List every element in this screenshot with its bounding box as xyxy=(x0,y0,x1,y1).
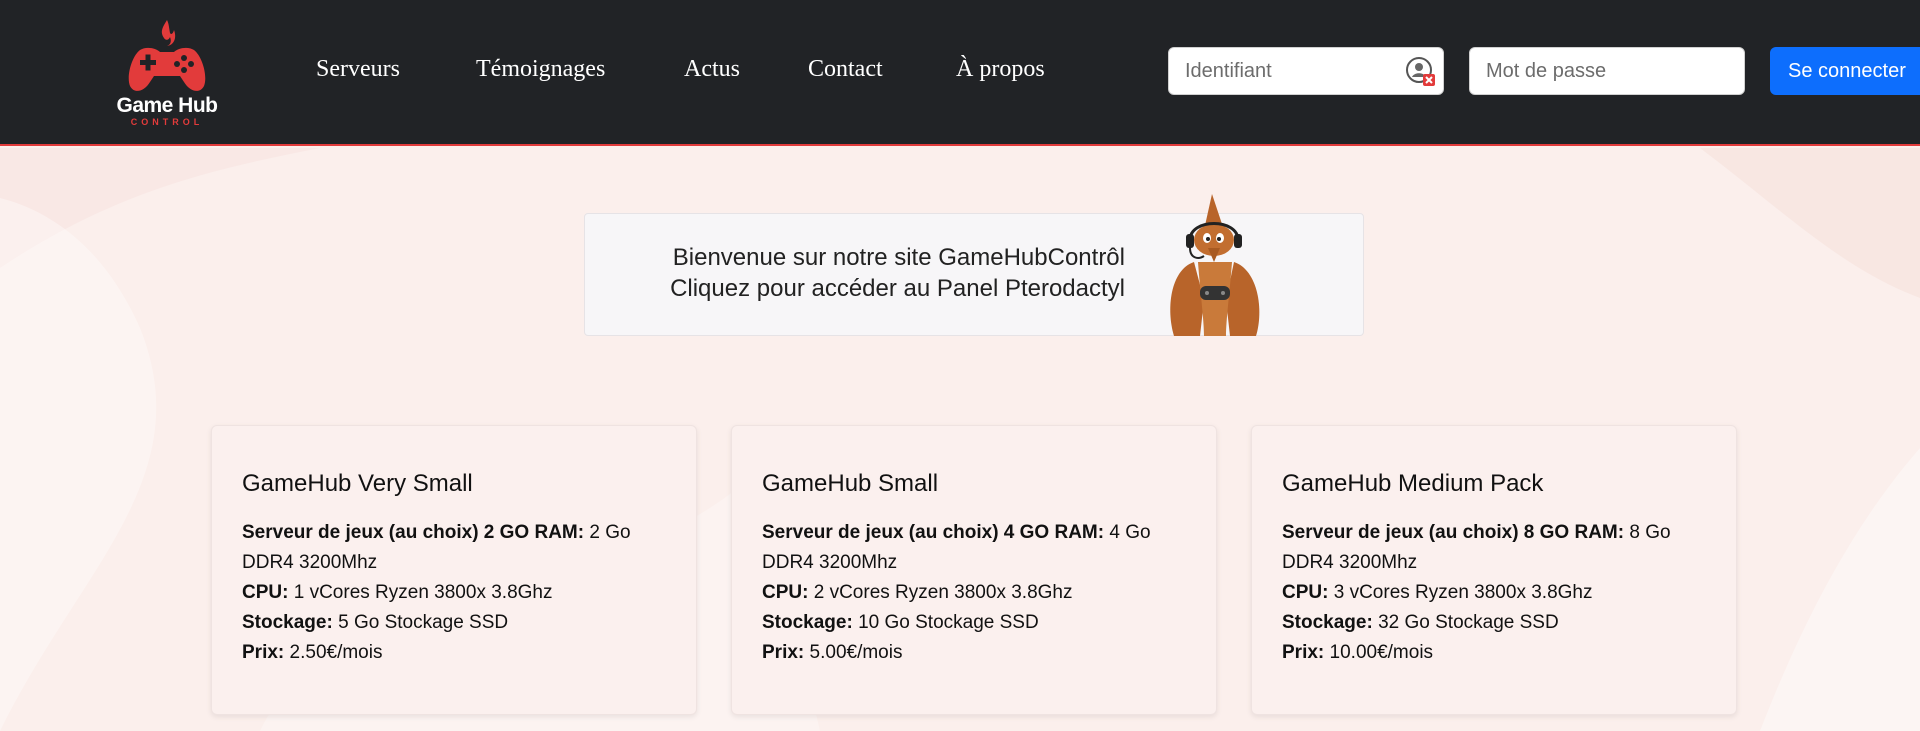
card-price-label: Prix: xyxy=(242,642,285,663)
nav-contact[interactable]: Contact xyxy=(808,56,883,83)
pterodactyl-mascot-icon xyxy=(1160,190,1270,336)
gamepad-flame-icon xyxy=(128,20,206,91)
pricing-card-small[interactable]: GameHub Small Serveur de jeux (au choix)… xyxy=(731,425,1217,715)
card-cpu-label: CPU: xyxy=(1282,582,1329,603)
username-input[interactable] xyxy=(1168,47,1444,95)
card-server-value: 2 Go xyxy=(589,522,631,543)
card-server-label: Serveur de jeux (au choix) 8 GO RAM: xyxy=(1282,522,1625,543)
login-button[interactable]: Se connecter xyxy=(1770,47,1920,95)
nav-a-propos[interactable]: À propos xyxy=(956,56,1045,83)
card-server-value: 4 Go xyxy=(1109,522,1151,543)
card-storage-label: Stockage: xyxy=(762,612,853,633)
pricing-card-medium[interactable]: GameHub Medium Pack Serveur de jeux (au … xyxy=(1251,425,1737,715)
panel-link-text[interactable]: Cliquez pour accéder au Panel Pterodacty… xyxy=(585,275,1125,303)
card-price-value: 10.00€/mois xyxy=(1329,642,1434,663)
card-title: GameHub Very Small xyxy=(242,470,473,497)
card-price-value: 5.00€/mois xyxy=(809,642,903,663)
card-cpu-label: CPU: xyxy=(762,582,809,603)
card-ram-type: DDR4 3200Mhz xyxy=(1282,552,1418,573)
card-storage-value: 32 Go Stockage SSD xyxy=(1378,612,1559,633)
card-cpu-value: 1 vCores Ryzen 3800x 3.8Ghz xyxy=(293,582,553,603)
top-header: Game Hub CONTROL Serveurs Témoignages Ac… xyxy=(0,0,1920,146)
nav-serveurs[interactable]: Serveurs xyxy=(316,56,400,83)
card-price-label: Prix: xyxy=(1282,642,1325,663)
nav-temoignages[interactable]: Témoignages xyxy=(476,56,605,83)
card-ram-type: DDR4 3200Mhz xyxy=(242,552,378,573)
pricing-card-very-small[interactable]: GameHub Very Small Serveur de jeux (au c… xyxy=(211,425,697,715)
card-title: GameHub Medium Pack xyxy=(1282,470,1544,497)
card-cpu-value: 2 vCores Ryzen 3800x 3.8Ghz xyxy=(813,582,1073,603)
nav-actus[interactable]: Actus xyxy=(684,56,740,83)
card-storage-label: Stockage: xyxy=(242,612,333,633)
card-storage-value: 5 Go Stockage SSD xyxy=(338,612,509,633)
card-storage-label: Stockage: xyxy=(1282,612,1373,633)
card-server-label: Serveur de jeux (au choix) 4 GO RAM: xyxy=(762,522,1105,543)
card-ram-type: DDR4 3200Mhz xyxy=(762,552,898,573)
welcome-text: Bienvenue sur notre site GameHubContrôl xyxy=(672,244,1125,271)
brand-logo[interactable]: Game Hub CONTROL xyxy=(112,18,222,130)
password-manager-icon[interactable] xyxy=(1405,56,1437,88)
password-input[interactable] xyxy=(1469,47,1745,95)
brand-subtitle: CONTROL xyxy=(130,117,204,127)
card-server-value: 8 Go xyxy=(1629,522,1671,543)
card-cpu-value: 3 vCores Ryzen 3800x 3.8Ghz xyxy=(1333,582,1593,603)
card-title: GameHub Small xyxy=(762,470,939,497)
brand-name: Game Hub xyxy=(116,94,218,117)
card-price-label: Prix: xyxy=(762,642,805,663)
card-server-label: Serveur de jeux (au choix) 2 GO RAM: xyxy=(242,522,585,543)
card-cpu-label: CPU: xyxy=(242,582,289,603)
card-price-value: 2.50€/mois xyxy=(289,642,383,663)
card-storage-value: 10 Go Stockage SSD xyxy=(858,612,1039,633)
